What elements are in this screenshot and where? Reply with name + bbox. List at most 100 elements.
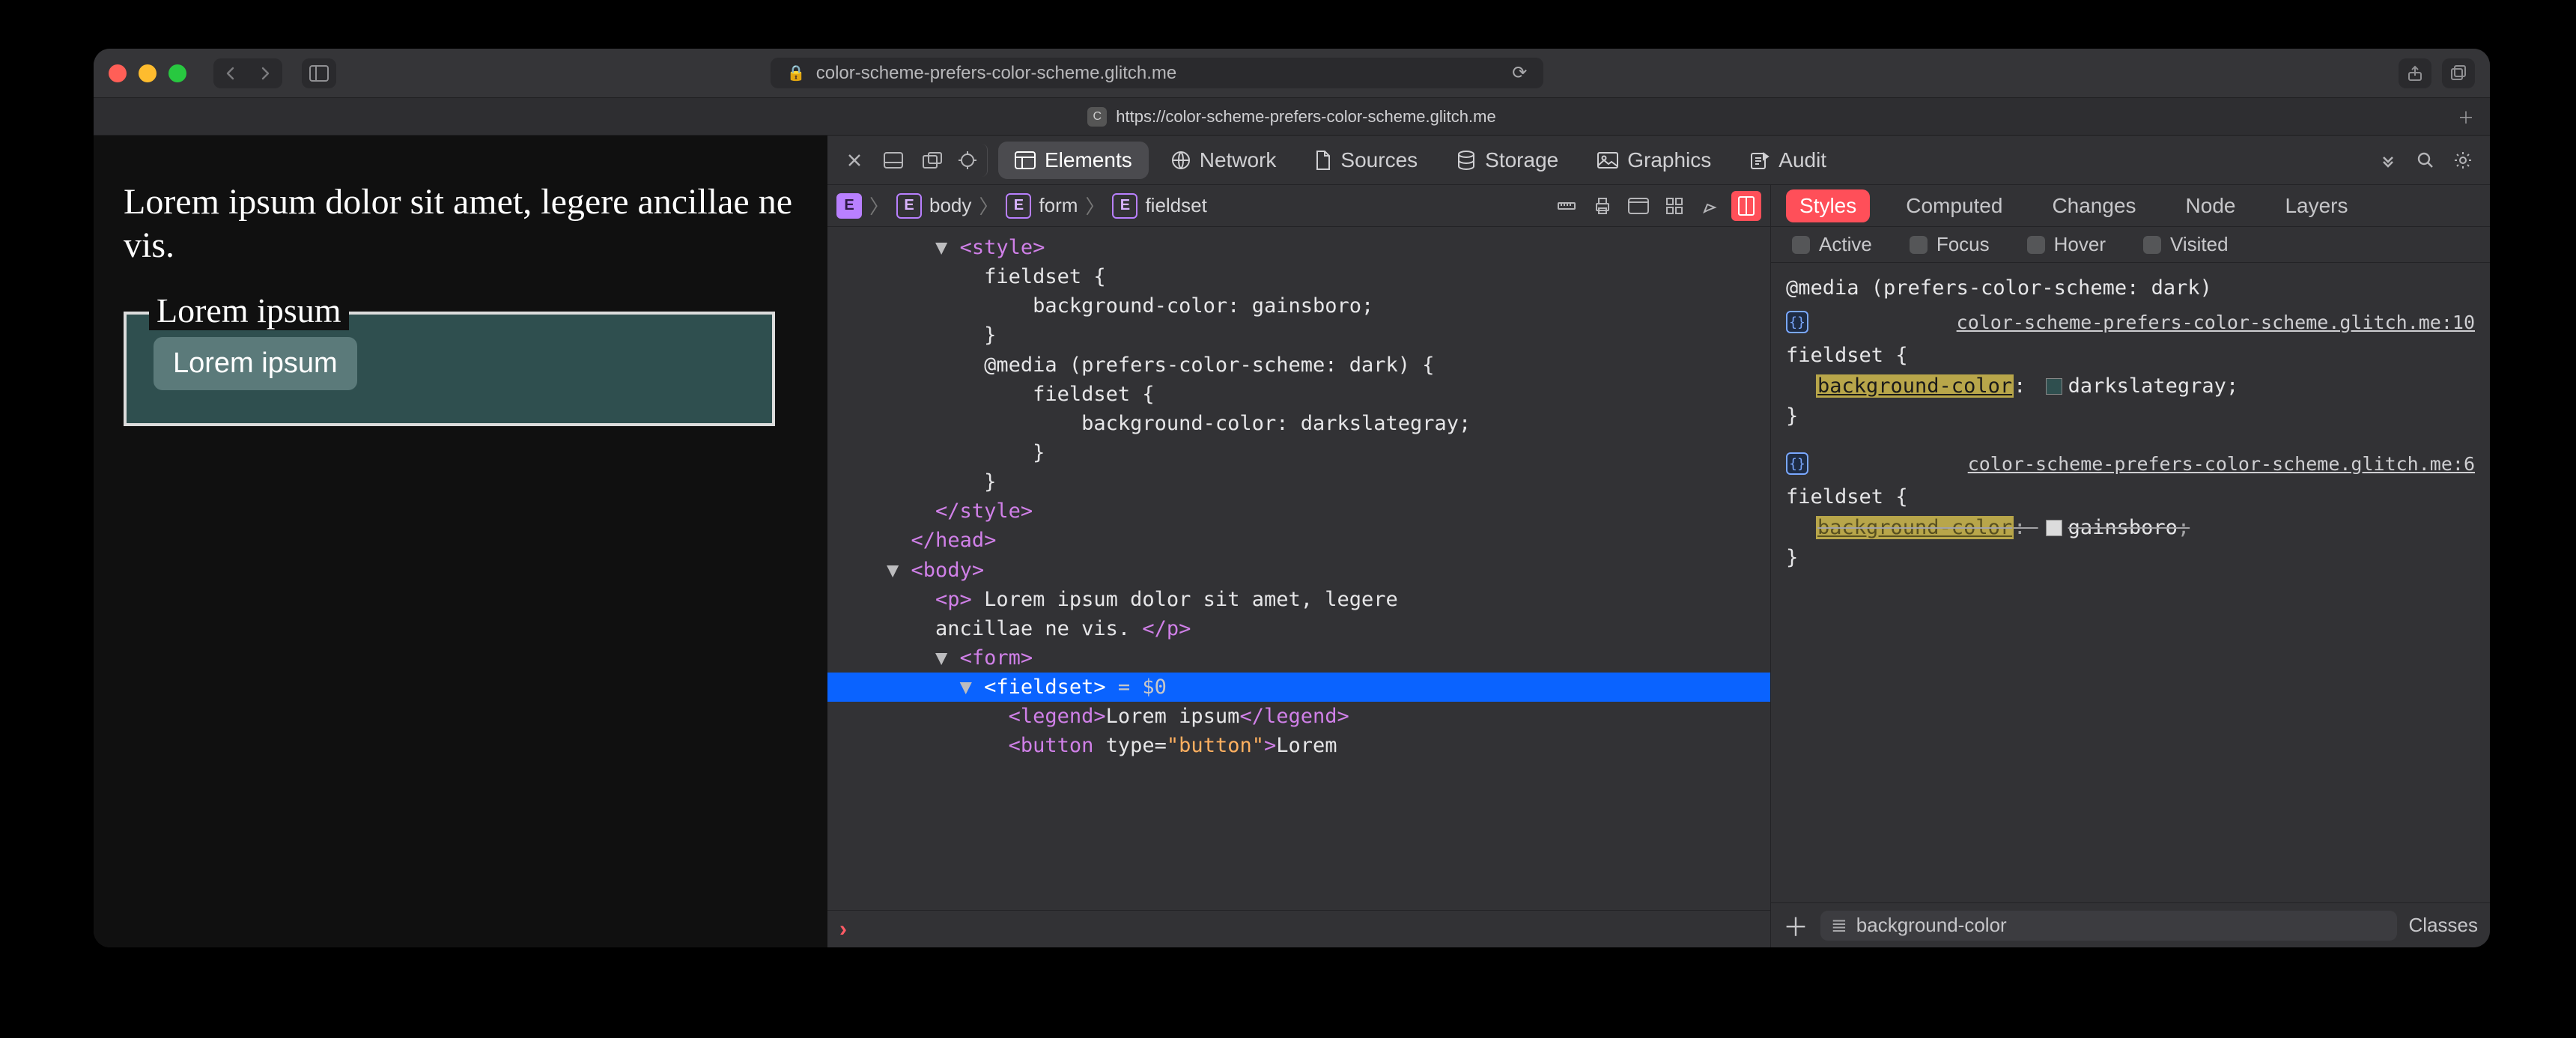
devtools-tab-audit[interactable]: Audit [1734, 142, 1843, 179]
tree-line[interactable]: background-color: darkslategray; [827, 409, 1770, 438]
close-devtools-button[interactable] [838, 144, 871, 177]
tree-line[interactable]: background-color: gainsboro; [827, 291, 1770, 321]
tree-line[interactable]: <button type="button">Lorem [827, 731, 1770, 760]
element-badge-icon: E [896, 193, 922, 219]
checkbox-icon[interactable] [2027, 236, 2045, 254]
target-icon[interactable] [955, 144, 988, 177]
tree-line[interactable]: } [827, 321, 1770, 350]
css-rule-selector[interactable]: fieldset { [1786, 341, 2475, 371]
devtools-tab-elements[interactable]: Elements [998, 142, 1149, 179]
devtools-panel: Elements Network Sources Storage [827, 136, 2490, 947]
devtools-tab-network[interactable]: Network [1155, 142, 1293, 179]
styles-tab-node[interactable]: Node [2172, 189, 2250, 222]
pseudo-visited[interactable]: Visited [2143, 233, 2229, 256]
element-badge-icon: E [836, 193, 862, 219]
lock-icon: 🔒 [787, 64, 806, 82]
rule-icon: {} [1786, 311, 1808, 333]
css-rule-selector[interactable]: fieldset { [1786, 482, 2475, 513]
forward-button[interactable] [248, 58, 282, 88]
breadcrumb-root[interactable]: E [836, 193, 862, 219]
grid-icon[interactable] [1659, 191, 1689, 221]
css-declaration[interactable]: background-color: gainsboro; [1786, 513, 2475, 544]
minimize-window-button[interactable] [139, 64, 157, 82]
graphics-icon [1597, 152, 1618, 169]
pseudo-active[interactable]: Active [1792, 233, 1872, 256]
tabs-overview-button[interactable] [2442, 58, 2475, 88]
breadcrumb-form[interactable]: Eform [1006, 193, 1078, 219]
devtools-tab-storage[interactable]: Storage [1440, 142, 1575, 179]
elements-icon [1015, 151, 1036, 169]
devtools-tab-graphics[interactable]: Graphics [1581, 142, 1728, 179]
styles-tab-changes[interactable]: Changes [2038, 189, 2149, 222]
page-button[interactable]: Lorem ipsum [154, 337, 357, 390]
tree-line[interactable]: </style> [827, 497, 1770, 526]
content-split: Lorem ipsum dolor sit amet, legere ancil… [94, 136, 2490, 947]
paint-icon[interactable] [1695, 191, 1725, 221]
page-legend: Lorem ipsum [149, 291, 349, 330]
tree-line[interactable]: fieldset { [827, 262, 1770, 291]
devtools-tab-label: Elements [1045, 148, 1132, 172]
css-media-query: @media (prefers-color-scheme: dark) [1786, 273, 2475, 304]
breadcrumb-body[interactable]: Ebody [896, 193, 971, 219]
overflow-icon[interactable] [2372, 144, 2405, 177]
tree-line[interactable]: ancillae ne vis. </p> [827, 614, 1770, 643]
styles-filter-input[interactable]: ≣ background-color [1820, 911, 2397, 941]
storage-icon [1456, 151, 1476, 170]
console-row[interactable]: › [827, 910, 1770, 947]
tree-line[interactable]: ▼ <form> [827, 643, 1770, 673]
dock-popout-icon[interactable] [916, 144, 949, 177]
css-rules-panel[interactable]: @media (prefers-color-scheme: dark) {} col… [1771, 263, 2490, 902]
toolbar-right [2399, 58, 2475, 88]
styles-tab-styles[interactable]: Styles [1786, 189, 1870, 222]
tree-line[interactable]: fieldset { [827, 380, 1770, 409]
new-rule-button[interactable]: ＋ [1783, 907, 1808, 944]
tree-line[interactable]: ▼ <fieldset> = $0 [827, 673, 1770, 702]
reload-icon[interactable]: ⟳ [1512, 62, 1527, 84]
share-button[interactable] [2399, 58, 2431, 88]
styles-tab-computed[interactable]: Computed [1892, 189, 2016, 222]
tree-line[interactable]: </head> [827, 526, 1770, 555]
close-window-button[interactable] [109, 64, 127, 82]
new-tab-button[interactable]: ＋ [2449, 98, 2482, 135]
fullscreen-window-button[interactable] [168, 64, 186, 82]
css-rule-close: } [1786, 543, 2475, 574]
device-icon[interactable] [1623, 191, 1653, 221]
back-button[interactable] [213, 58, 248, 88]
pseudo-class-row: Active Focus Hover Visited [1771, 227, 2490, 263]
tree-line[interactable]: ▼ <style> [827, 233, 1770, 262]
breadcrumb-fieldset[interactable]: Efieldset [1112, 193, 1206, 219]
ruler-icon[interactable] [1552, 191, 1582, 221]
url-bar[interactable]: 🔒 color-scheme-prefers-color-scheme.glit… [771, 58, 1544, 88]
pseudo-focus[interactable]: Focus [1910, 233, 1990, 256]
url-host: color-scheme-prefers-color-scheme.glitch… [816, 63, 1176, 84]
checkbox-icon[interactable] [1910, 236, 1928, 254]
classes-button[interactable]: Classes [2409, 914, 2478, 937]
audit-icon [1750, 151, 1770, 170]
css-declaration[interactable]: background-color: darkslategray; [1786, 371, 2475, 402]
settings-gear-icon[interactable] [2446, 144, 2479, 177]
tree-line[interactable]: <p> Lorem ipsum dolor sit amet, legere [827, 585, 1770, 614]
tree-line[interactable]: @media (prefers-color-scheme: dark) { [827, 350, 1770, 380]
devtools-tab-label: Graphics [1627, 148, 1711, 172]
tree-line[interactable]: } [827, 438, 1770, 467]
checkbox-icon[interactable] [2143, 236, 2161, 254]
network-icon [1171, 151, 1191, 170]
print-icon[interactable] [1588, 191, 1617, 221]
tree-line[interactable]: } [827, 467, 1770, 497]
sidebar-toggle-button[interactable] [302, 58, 336, 88]
source-link[interactable]: color-scheme-prefers-color-scheme.glitch… [1968, 450, 2475, 479]
checkbox-icon[interactable] [1792, 236, 1810, 254]
tree-line[interactable]: ▼ <body> [827, 556, 1770, 585]
layout-pane-icon[interactable] [1731, 191, 1761, 221]
tab-title[interactable]: https://color-scheme-prefers-color-schem… [1116, 107, 1495, 127]
devtools-tab-sources[interactable]: Sources [1298, 142, 1434, 179]
tree-line[interactable]: <legend>Lorem ipsum</legend> [827, 702, 1770, 731]
search-icon[interactable] [2409, 144, 2442, 177]
console-prompt-icon: › [839, 917, 847, 942]
dom-tree: ▼ <style> fieldset { background-color: g… [827, 227, 1770, 910]
source-link[interactable]: color-scheme-prefers-color-scheme.glitch… [1957, 309, 2475, 337]
styles-tab-layers[interactable]: Layers [2271, 189, 2361, 222]
pseudo-hover[interactable]: Hover [2027, 233, 2106, 256]
dock-bottom-icon[interactable] [877, 144, 910, 177]
browser-toolbar: 🔒 color-scheme-prefers-color-scheme.glit… [94, 49, 2490, 98]
